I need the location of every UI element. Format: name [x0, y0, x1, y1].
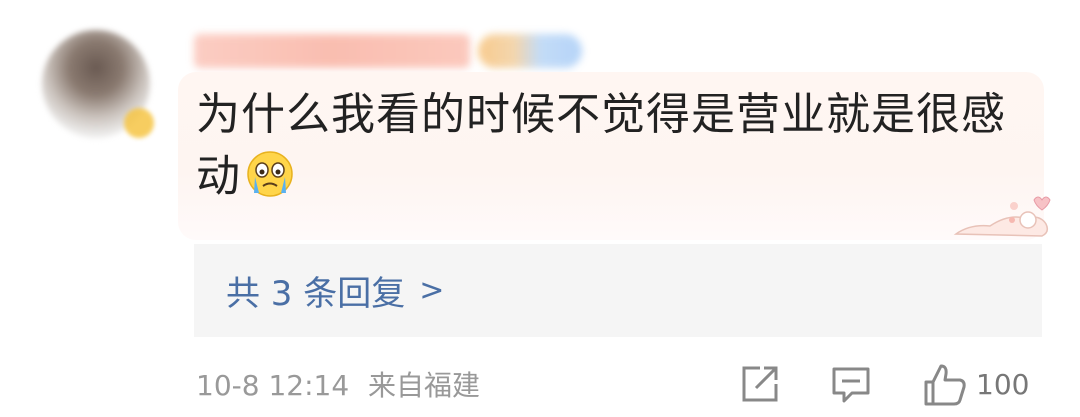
comment-text-content: 为什么我看的时候不觉得是营业就是很感动 [196, 89, 1006, 202]
comment-meta: 10-8 12:14 来自福建 [196, 364, 480, 404]
view-replies-link[interactable]: 共 3 条回复 > [226, 266, 444, 315]
like-button[interactable]: 100 [922, 362, 1029, 406]
location: 来自福建 [368, 369, 481, 402]
timestamp: 10-8 12:14 [196, 369, 350, 402]
username-blurred[interactable] [194, 34, 470, 68]
share-icon [742, 366, 778, 402]
cat-sticker-icon [953, 196, 1051, 237]
view-replies-label: 共 3 条回复 [226, 274, 406, 314]
comment-icon [832, 367, 870, 403]
user-badge-blurred [478, 34, 582, 68]
comment-button[interactable] [830, 362, 872, 406]
share-button[interactable] [740, 362, 780, 406]
replies-panel: 共 3 条回复 > [194, 244, 1042, 337]
comment-text: 为什么我看的时候不觉得是营业就是很感动 [196, 84, 1026, 208]
like-icon [924, 364, 966, 406]
crying-face-icon [247, 151, 293, 197]
chevron-right-icon: > [419, 273, 445, 308]
avatar-badge [124, 108, 154, 138]
like-count: 100 [976, 367, 1030, 401]
